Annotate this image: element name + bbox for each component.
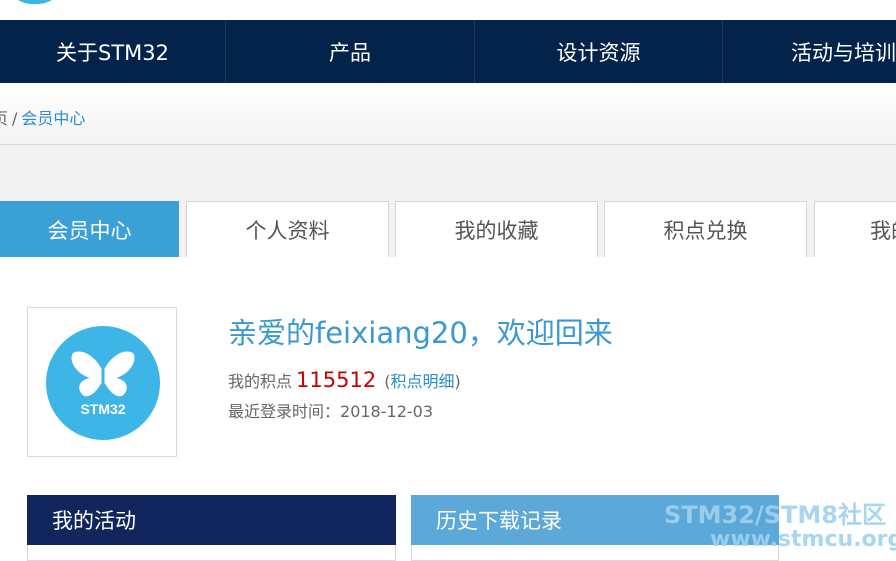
watermark-line-2: www.stmcu.org.cn bbox=[710, 527, 896, 552]
top-strip bbox=[0, 0, 896, 20]
last-login-label: 最近登录时间： bbox=[228, 402, 341, 421]
avatar-text: STM32 bbox=[80, 401, 125, 417]
nav-item-design-resources[interactable]: 设计资源 bbox=[475, 20, 723, 83]
points-detail-link[interactable]: 积点明细 bbox=[390, 372, 454, 391]
breadcrumb-separator: / bbox=[12, 109, 18, 128]
my-activities-header: 我的活动 bbox=[27, 495, 396, 545]
tab-favorites[interactable]: 我的收藏 bbox=[395, 201, 598, 257]
last-login-line: 最近登录时间：2018-12-03 bbox=[228, 398, 433, 422]
points-label: 我的积点 bbox=[228, 372, 293, 391]
my-activities-title: 我的活动 bbox=[52, 509, 136, 533]
stm32-logo-avatar: STM32 bbox=[46, 326, 160, 440]
avatar: STM32 bbox=[27, 307, 177, 457]
tab-my-more[interactable]: 我的 bbox=[814, 201, 896, 257]
welcome-message: 亲爱的feixiang20，欢迎回来 bbox=[228, 316, 613, 350]
download-history-title: 历史下载记录 bbox=[436, 509, 562, 533]
watermark-line-1: STM32/STM8社区 bbox=[664, 501, 886, 529]
breadcrumb-home[interactable]: 页 bbox=[0, 109, 8, 128]
breadcrumb-current[interactable]: 会员中心 bbox=[21, 109, 85, 128]
butterfly-icon: STM32 bbox=[71, 351, 135, 417]
nav-item-events-training[interactable]: 活动与培训 bbox=[723, 20, 896, 83]
site-logo[interactable] bbox=[3, 0, 67, 4]
points-line: 我的积点 115512 (积点明细) bbox=[228, 368, 461, 392]
breadcrumb: 页 / 会员中心 bbox=[0, 105, 85, 129]
main-nav: 关于STM32 产品 设计资源 活动与培训 bbox=[0, 20, 896, 83]
tab-points-exchange[interactable]: 积点兑换 bbox=[604, 201, 807, 257]
member-tabs: 会员中心 个人资料 我的收藏 积点兑换 我的 bbox=[0, 201, 896, 257]
tab-profile[interactable]: 个人资料 bbox=[186, 201, 389, 257]
last-login-date: 2018-12-03 bbox=[340, 402, 433, 421]
nav-item-products[interactable]: 产品 bbox=[226, 20, 475, 83]
tab-member-center[interactable]: 会员中心 bbox=[0, 201, 179, 257]
nav-item-about-stm32[interactable]: 关于STM32 bbox=[0, 20, 226, 83]
breadcrumb-bar: 页 / 会员中心 bbox=[0, 83, 896, 145]
my-activities-body bbox=[27, 545, 396, 561]
points-detail-close: ) bbox=[454, 372, 461, 391]
points-value: 115512 bbox=[296, 368, 377, 392]
site-watermark: STM32/STM8社区 www.stmcu.org.cn bbox=[664, 501, 896, 552]
